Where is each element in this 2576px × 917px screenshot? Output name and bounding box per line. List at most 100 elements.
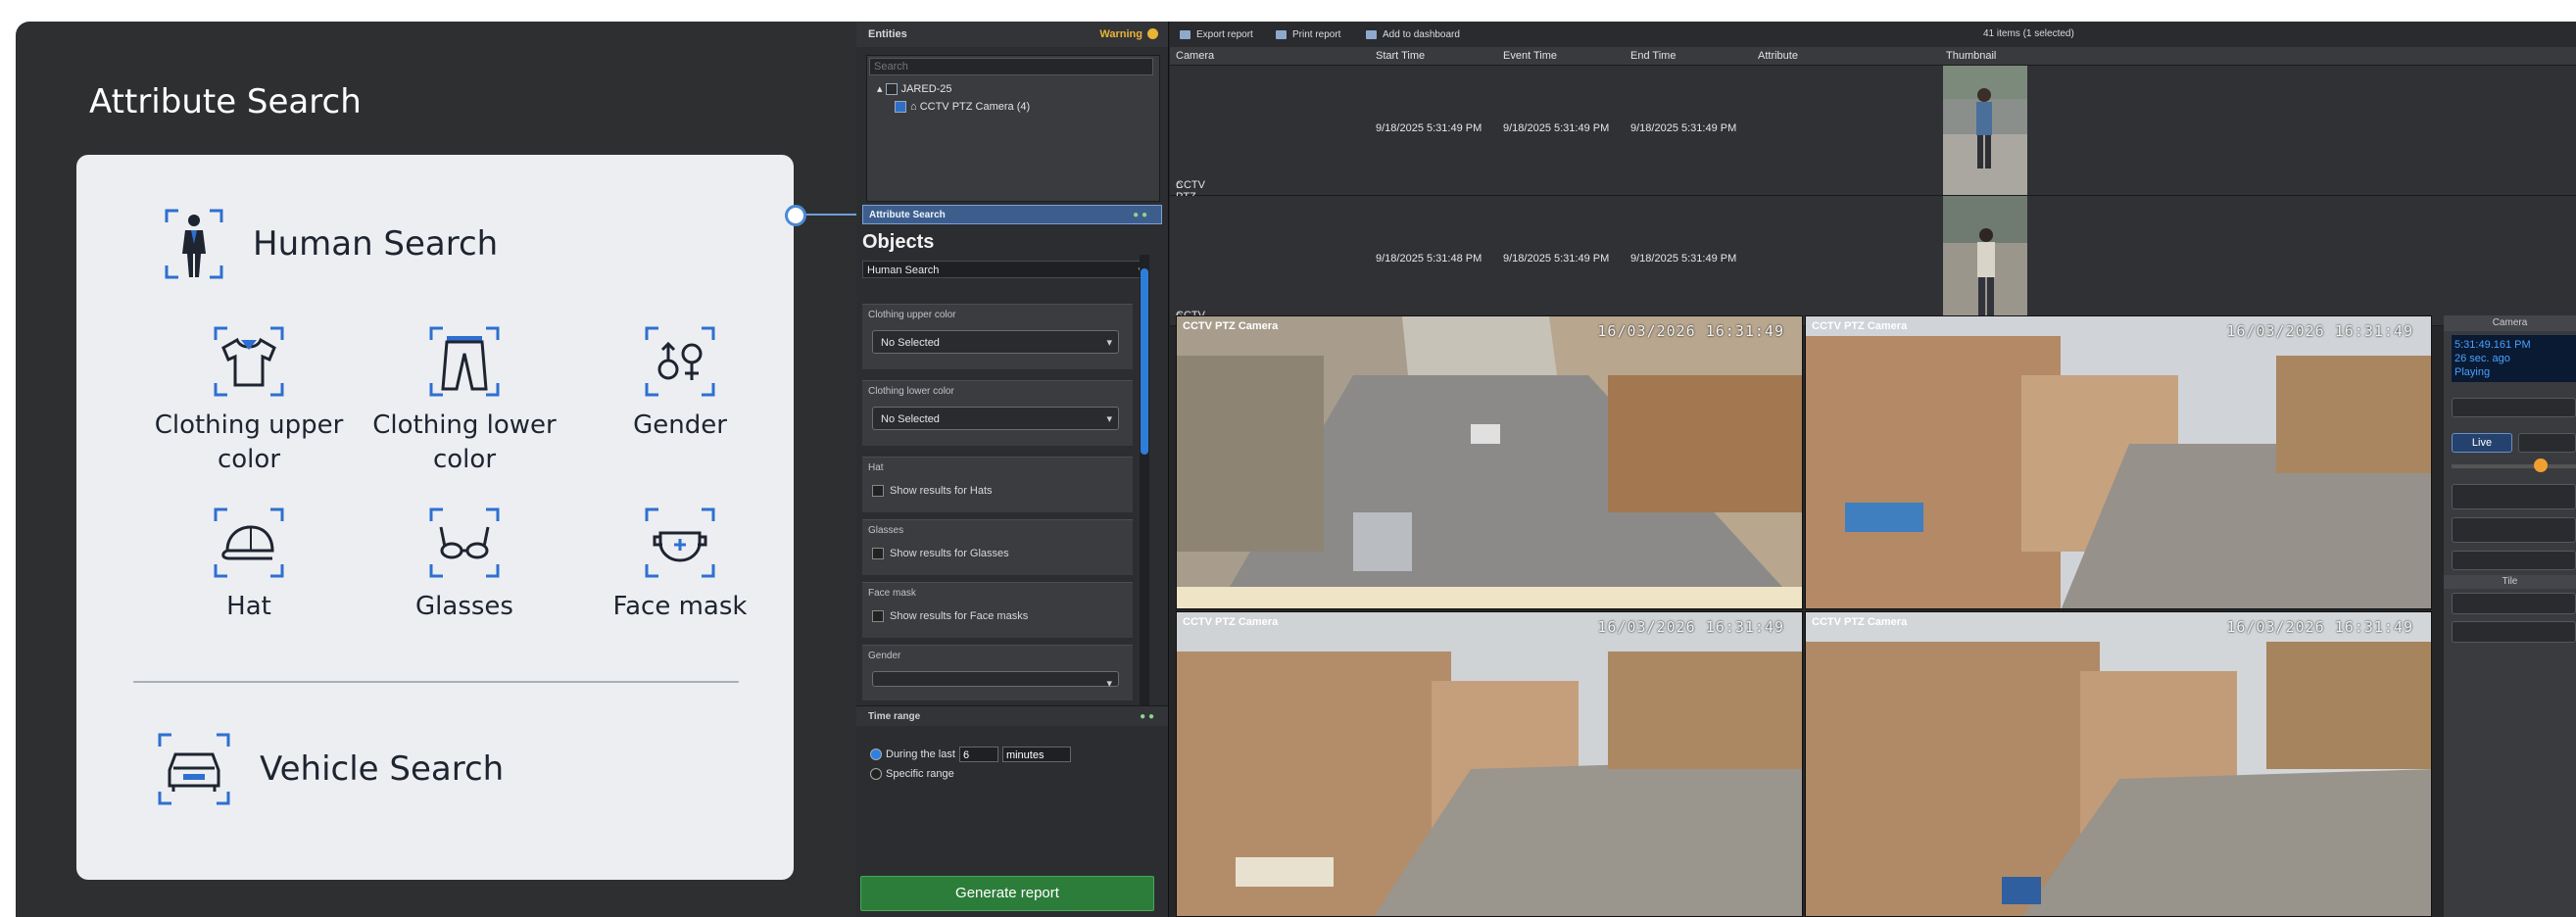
connector-line: [797, 214, 865, 216]
person-icon: [165, 209, 223, 279]
ptz-controls-row-1[interactable]: [2452, 484, 2576, 509]
ptz-controls-row-3[interactable]: [2452, 551, 2576, 570]
filter-title: Clothing upper color: [868, 310, 956, 320]
promo-title: Attribute Search: [89, 82, 362, 121]
attr-hat: Hat: [141, 507, 357, 624]
attr-glasses: Glasses: [357, 507, 572, 624]
car-icon: [158, 733, 230, 805]
tile-controls[interactable]: [2452, 593, 2576, 614]
status-indicator-icon: ● ●: [1140, 711, 1154, 722]
print-icon: [1276, 29, 1287, 39]
video-tile-1[interactable]: CCTV PTZ Camera 16/03/2026 16:31:49: [1176, 315, 1803, 609]
camera-group-checkbox[interactable]: [895, 101, 906, 114]
scrollbar-thumb[interactable]: [1141, 268, 1148, 455]
glasses-checkbox-label: Show results for Glasses: [890, 548, 1009, 559]
col-start-time[interactable]: Start Time: [1376, 50, 1425, 62]
export-label: Export report: [1196, 29, 1253, 40]
attribute-search-task-bar[interactable]: Attribute Search ● ●: [862, 205, 1162, 224]
specific-range-label: Specific range: [886, 768, 954, 780]
attr-label: Glasses: [415, 592, 513, 621]
col-end-time[interactable]: End Time: [1630, 50, 1676, 62]
attr-clothing-upper: Clothing upper color: [141, 326, 357, 477]
camera-icon: ⌂: [910, 101, 920, 113]
warning-label[interactable]: Warning: [1099, 28, 1142, 40]
thumbnail-image[interactable]: [1943, 66, 2027, 195]
filters-scrollbar[interactable]: [1140, 255, 1149, 705]
attr-clothing-lower: Clothing lower color: [357, 326, 572, 477]
attribute-search-card: Human Search Clothing upper color Clothi…: [76, 155, 794, 880]
col-thumbnail[interactable]: Thumbnail: [1946, 50, 1996, 62]
amount-spinner[interactable]: 6: [958, 747, 998, 762]
unit-select[interactable]: minutes: [1001, 747, 1071, 762]
col-attribute[interactable]: Attribute: [1758, 50, 1798, 62]
tile-section-title: Tile: [2444, 575, 2576, 589]
tile-timestamp: 16/03/2026 16:31:49: [2226, 618, 2413, 636]
upper-color-dropdown[interactable]: No Selected: [872, 330, 1119, 355]
vehicle-search-label: Vehicle Search: [260, 749, 505, 789]
report-toolbar: Export report Print report Add to dashbo…: [1170, 22, 2576, 47]
pants-icon: [429, 326, 500, 397]
export-report-button[interactable]: Export report: [1180, 29, 1253, 40]
filter-title: Clothing lower color: [868, 386, 954, 397]
filter-face-mask: Face mask Show results for Face masks: [862, 582, 1133, 638]
add-to-dashboard-button[interactable]: Add to dashboard: [1366, 29, 1460, 40]
entities-header: Entities Warning: [856, 22, 1168, 47]
attr-gender: Gender: [572, 326, 788, 443]
tile-timestamp: 16/03/2026 16:31:49: [1597, 322, 1784, 340]
radio-selected-icon[interactable]: [870, 748, 882, 760]
table-row[interactable]: ⌂ CCTV PTZ Camera 9/18/2025 5:31:48 PM 9…: [1170, 196, 2576, 345]
entities-tree-box: ▴ JARED-25 ⌂ CCTV PTZ Camera (4): [866, 55, 1160, 202]
print-report-button[interactable]: Print report: [1276, 29, 1340, 40]
tree-root-checkbox[interactable]: [885, 83, 898, 96]
playback-time: 5:31:49.161 PM: [2454, 339, 2531, 351]
table-row[interactable]: ⌂ CCTV PTZ Camera 9/18/2025 5:31:49 PM 9…: [1170, 66, 2576, 215]
playback-display: 5:31:49.161 PM 26 sec. ago Playing: [2452, 335, 2576, 382]
camera-controls-title: Camera: [2444, 315, 2576, 331]
hat-checkbox-label: Show results for Hats: [890, 485, 993, 497]
cell-start-time: 9/18/2025 5:31:49 PM: [1376, 122, 1482, 134]
left-panel: Entities Warning ▴ JARED-25 ⌂ CCTV PTZ C…: [856, 22, 1169, 917]
face-mask-checkbox[interactable]: Show results for Face masks: [872, 610, 1028, 623]
street-scene-image: [1177, 316, 1802, 608]
tree-camera-group[interactable]: ⌂ CCTV PTZ Camera (4): [895, 101, 1030, 114]
col-event-time[interactable]: Event Time: [1503, 50, 1557, 62]
thumbnail-image[interactable]: [1943, 196, 2027, 325]
live-button[interactable]: Live: [2452, 433, 2512, 453]
radio-icon[interactable]: [870, 768, 882, 781]
playback-mode-button[interactable]: [2518, 433, 2576, 453]
entities-search-input[interactable]: [869, 58, 1153, 75]
speed-slider[interactable]: [2452, 464, 2576, 468]
time-range-header[interactable]: Time range ● ●: [856, 705, 1168, 726]
tree-root[interactable]: ▴ JARED-25: [877, 82, 952, 96]
objects-label: Objects: [862, 231, 935, 253]
generate-report-button[interactable]: Generate report: [860, 876, 1154, 911]
ptz-controls-row-2[interactable]: [2452, 517, 2576, 543]
cell-end-time: 9/18/2025 5:31:49 PM: [1630, 122, 1737, 134]
during-last-option[interactable]: During the last 6 minutes: [870, 747, 1071, 762]
glasses-checkbox[interactable]: Show results for Glasses: [872, 548, 1009, 560]
street-scene-image: [1806, 612, 2431, 916]
lower-color-dropdown[interactable]: No Selected: [872, 407, 1119, 431]
hat-checkbox[interactable]: Show results for Hats: [872, 485, 993, 498]
video-tile-2[interactable]: CCTV PTZ Camera 16/03/2026 16:31:49: [1805, 315, 2432, 609]
specific-range-option[interactable]: Specific range: [870, 768, 954, 781]
video-tile-3[interactable]: CCTV PTZ Camera 16/03/2026 16:31:49: [1176, 611, 1803, 917]
object-type-select[interactable]: Human Search: [862, 261, 1148, 279]
speed-slider-knob[interactable]: [2534, 458, 2548, 472]
col-camera[interactable]: Camera: [1176, 50, 1214, 62]
time-range-title: Time range: [868, 711, 921, 722]
tile-nav-controls[interactable]: [2452, 621, 2576, 643]
transport-controls[interactable]: [2452, 398, 2576, 417]
gender-dropdown[interactable]: [872, 671, 1119, 696]
cell-end-time: 9/18/2025 5:31:49 PM: [1630, 253, 1737, 265]
cell-event-time: 9/18/2025 5:31:49 PM: [1503, 122, 1610, 134]
gender-icon: [645, 326, 715, 397]
video-tile-4[interactable]: CCTV PTZ Camera 16/03/2026 16:31:49: [1805, 611, 2432, 917]
cell-start-time: 9/18/2025 5:31:48 PM: [1376, 253, 1482, 265]
filter-gender: Gender: [862, 645, 1133, 700]
street-scene-image: [1806, 316, 2431, 608]
attr-label: Hat: [226, 592, 271, 621]
tree-root-label: JARED-25: [900, 83, 952, 95]
filter-title: Gender: [868, 651, 901, 661]
vehicle-search-heading: Vehicle Search: [158, 733, 504, 805]
